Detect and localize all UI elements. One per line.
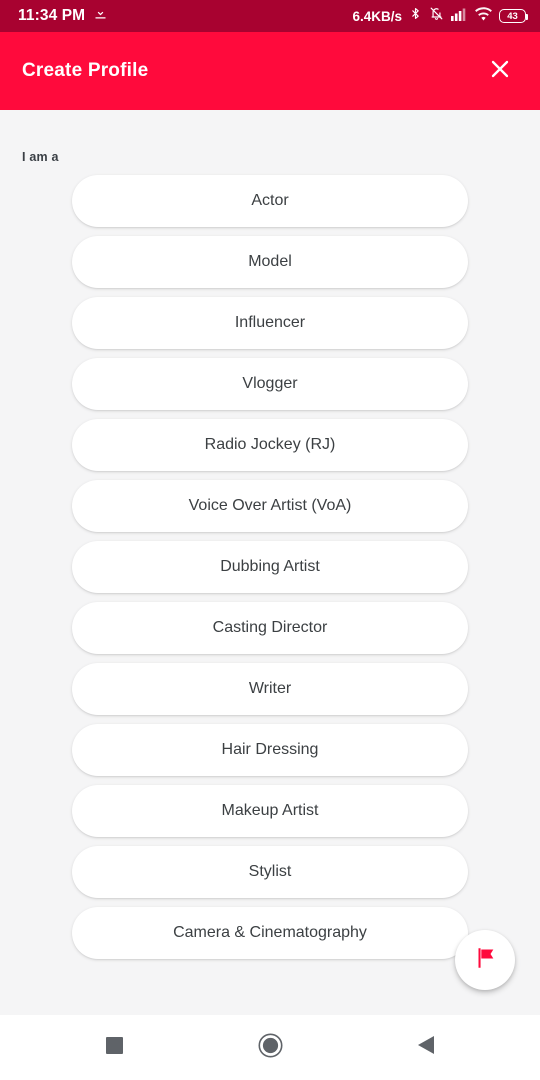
- flag-icon: [472, 945, 498, 976]
- battery-indicator: 43: [499, 9, 529, 23]
- back-button[interactable]: [398, 1020, 454, 1076]
- list-item[interactable]: Vlogger: [72, 358, 468, 410]
- wifi-icon: [475, 6, 492, 26]
- close-button[interactable]: [480, 51, 520, 91]
- option-label: Camera & Cinematography: [173, 924, 367, 941]
- option-label: Writer: [248, 680, 292, 697]
- bell-muted-icon: [429, 6, 444, 26]
- app-header: Create Profile: [0, 32, 540, 110]
- square-icon: [105, 1036, 123, 1059]
- page-title: Create Profile: [22, 60, 149, 81]
- option-label: Actor: [251, 192, 289, 209]
- circle-icon: [258, 1033, 283, 1063]
- list-item[interactable]: Radio Jockey (RJ): [72, 419, 468, 471]
- status-bar: 11:34 PM 6.4KB/s 43: [0, 0, 540, 32]
- status-bar-right: 6.4KB/s 43: [352, 6, 529, 26]
- option-label: Dubbing Artist: [220, 558, 320, 575]
- list-item[interactable]: Model: [72, 236, 468, 288]
- list-item[interactable]: Camera & Cinematography: [72, 907, 468, 959]
- network-speed-label: 6.4KB/s: [352, 8, 402, 24]
- report-fab-button[interactable]: [455, 930, 515, 990]
- battery-level-label: 43: [507, 10, 518, 22]
- list-item[interactable]: Influencer: [72, 297, 468, 349]
- list-item[interactable]: Makeup Artist: [72, 785, 468, 837]
- list-item[interactable]: Hair Dressing: [72, 724, 468, 776]
- list-item[interactable]: Dubbing Artist: [72, 541, 468, 593]
- option-label: Influencer: [234, 314, 306, 331]
- option-label: Makeup Artist: [221, 802, 319, 819]
- status-bar-left: 11:34 PM: [18, 6, 352, 26]
- status-bar-clock: 11:34 PM: [18, 7, 86, 24]
- list-item[interactable]: Casting Director: [72, 602, 468, 654]
- close-icon: [488, 57, 512, 86]
- triangle-left-icon: [417, 1035, 435, 1060]
- option-label: Model: [248, 253, 292, 270]
- cellular-signal-icon: [451, 7, 468, 26]
- list-item[interactable]: Writer: [72, 663, 468, 715]
- profile-type-list: Actor Model Influencer Vlogger Radio Joc…: [0, 175, 540, 959]
- section-label: I am a: [22, 150, 59, 164]
- option-label: Stylist: [248, 863, 292, 880]
- bluetooth-icon: [409, 6, 422, 26]
- profile-type-section: I am a Actor Model Influencer Vlogger Ra…: [0, 110, 540, 1015]
- list-item[interactable]: Voice Over Artist (VoA): [72, 480, 468, 532]
- option-label: Casting Director: [212, 619, 328, 636]
- download-icon: [93, 6, 108, 26]
- option-label: Hair Dressing: [221, 741, 319, 758]
- list-item[interactable]: Stylist: [72, 846, 468, 898]
- option-label: Radio Jockey (RJ): [204, 436, 336, 453]
- option-label: Vlogger: [242, 375, 298, 392]
- android-navigation-bar: [0, 1015, 540, 1080]
- home-button[interactable]: [242, 1020, 298, 1076]
- option-label: Voice Over Artist (VoA): [188, 497, 352, 514]
- recents-button[interactable]: [86, 1020, 142, 1076]
- list-item[interactable]: Actor: [72, 175, 468, 227]
